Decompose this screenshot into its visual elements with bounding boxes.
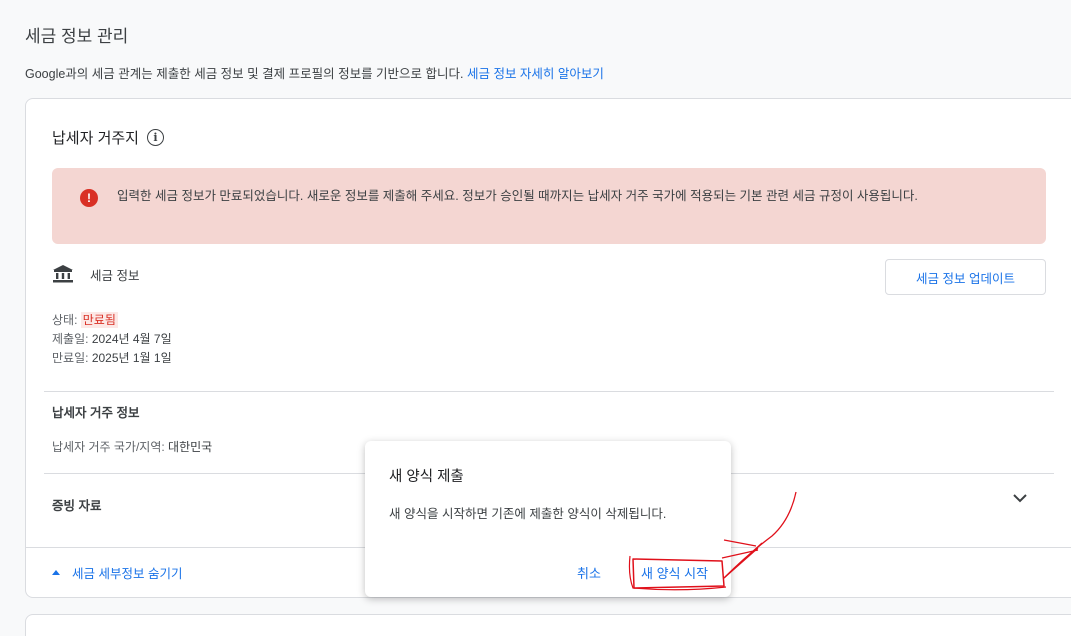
status-line: 상태: 만료됨 <box>52 311 172 330</box>
section-title-text: 납세자 거주지 <box>52 130 139 147</box>
dialog-body: 새 양식을 시작하면 기존에 제출한 양식이 삭제됩니다. <box>389 507 667 521</box>
proof-heading[interactable]: 증빙 자료 <box>52 495 101 514</box>
error-icon: ! <box>80 189 98 207</box>
chevron-down-icon[interactable] <box>1012 493 1028 503</box>
cancel-button[interactable]: 취소 <box>577 563 601 582</box>
new-form-dialog: 새 양식 제출 새 양식을 시작하면 기존에 제출한 양식이 삭제됩니다. 취소… <box>365 441 731 597</box>
submitted-line: 제출일: 2024년 4월 7일 <box>52 330 172 349</box>
expires-value: 2025년 1월 1일 <box>91 351 172 365</box>
hide-details-text: 세금 세부정보 숨기기 <box>72 567 183 581</box>
tax-info-row: 세금 정보 <box>52 264 139 284</box>
section-title: 납세자 거주지 i <box>52 127 164 148</box>
update-tax-info-button[interactable]: 세금 정보 업데이트 <box>885 259 1046 295</box>
residence-line: 납세자 거주 국가/지역: 대한민국 <box>52 438 212 455</box>
residence-label: 납세자 거주 국가/지역: <box>52 440 165 454</box>
expired-alert: ! 입력한 세금 정보가 만료되었습니다. 새로운 정보를 제출해 주세요. 정… <box>52 168 1046 244</box>
alert-text: 입력한 세금 정보가 만료되었습니다. 새로운 정보를 제출해 주세요. 정보가… <box>117 189 918 203</box>
bank-icon <box>53 265 73 283</box>
tax-info-meta: 상태: 만료됨 제출일: 2024년 4월 7일 만료일: 2025년 1월 1… <box>52 311 172 368</box>
expires-line: 만료일: 2025년 1월 1일 <box>52 349 172 368</box>
page-description: Google과의 세금 관계는 제출한 세금 정보 및 결제 프로필의 정보를 … <box>25 63 604 82</box>
divider <box>44 391 1054 392</box>
learn-more-link[interactable]: 세금 정보 자세히 알아보기 <box>467 67 604 81</box>
next-card <box>25 614 1071 636</box>
expires-label: 만료일: <box>52 351 89 365</box>
status-label: 상태: <box>52 313 78 327</box>
dialog-title: 새 양식 제출 <box>389 469 464 485</box>
page-title: 세금 정보 관리 <box>25 27 129 46</box>
submitted-value: 2024년 4월 7일 <box>91 332 172 346</box>
hide-details-link[interactable]: 세금 세부정보 숨기기 <box>52 563 182 582</box>
caret-up-icon <box>52 570 60 575</box>
submitted-label: 제출일: <box>52 332 89 346</box>
residence-heading: 납세자 거주 정보 <box>52 406 140 420</box>
info-icon[interactable]: i <box>146 129 164 146</box>
residence-value: 대한민국 <box>168 440 213 454</box>
description-text: Google과의 세금 관계는 제출한 세금 정보 및 결제 프로필의 정보를 … <box>25 67 464 81</box>
status-badge: 만료됨 <box>80 312 118 328</box>
tax-info-label: 세금 정보 <box>90 268 140 283</box>
start-new-form-button[interactable]: 새 양식 시작 <box>641 563 708 582</box>
